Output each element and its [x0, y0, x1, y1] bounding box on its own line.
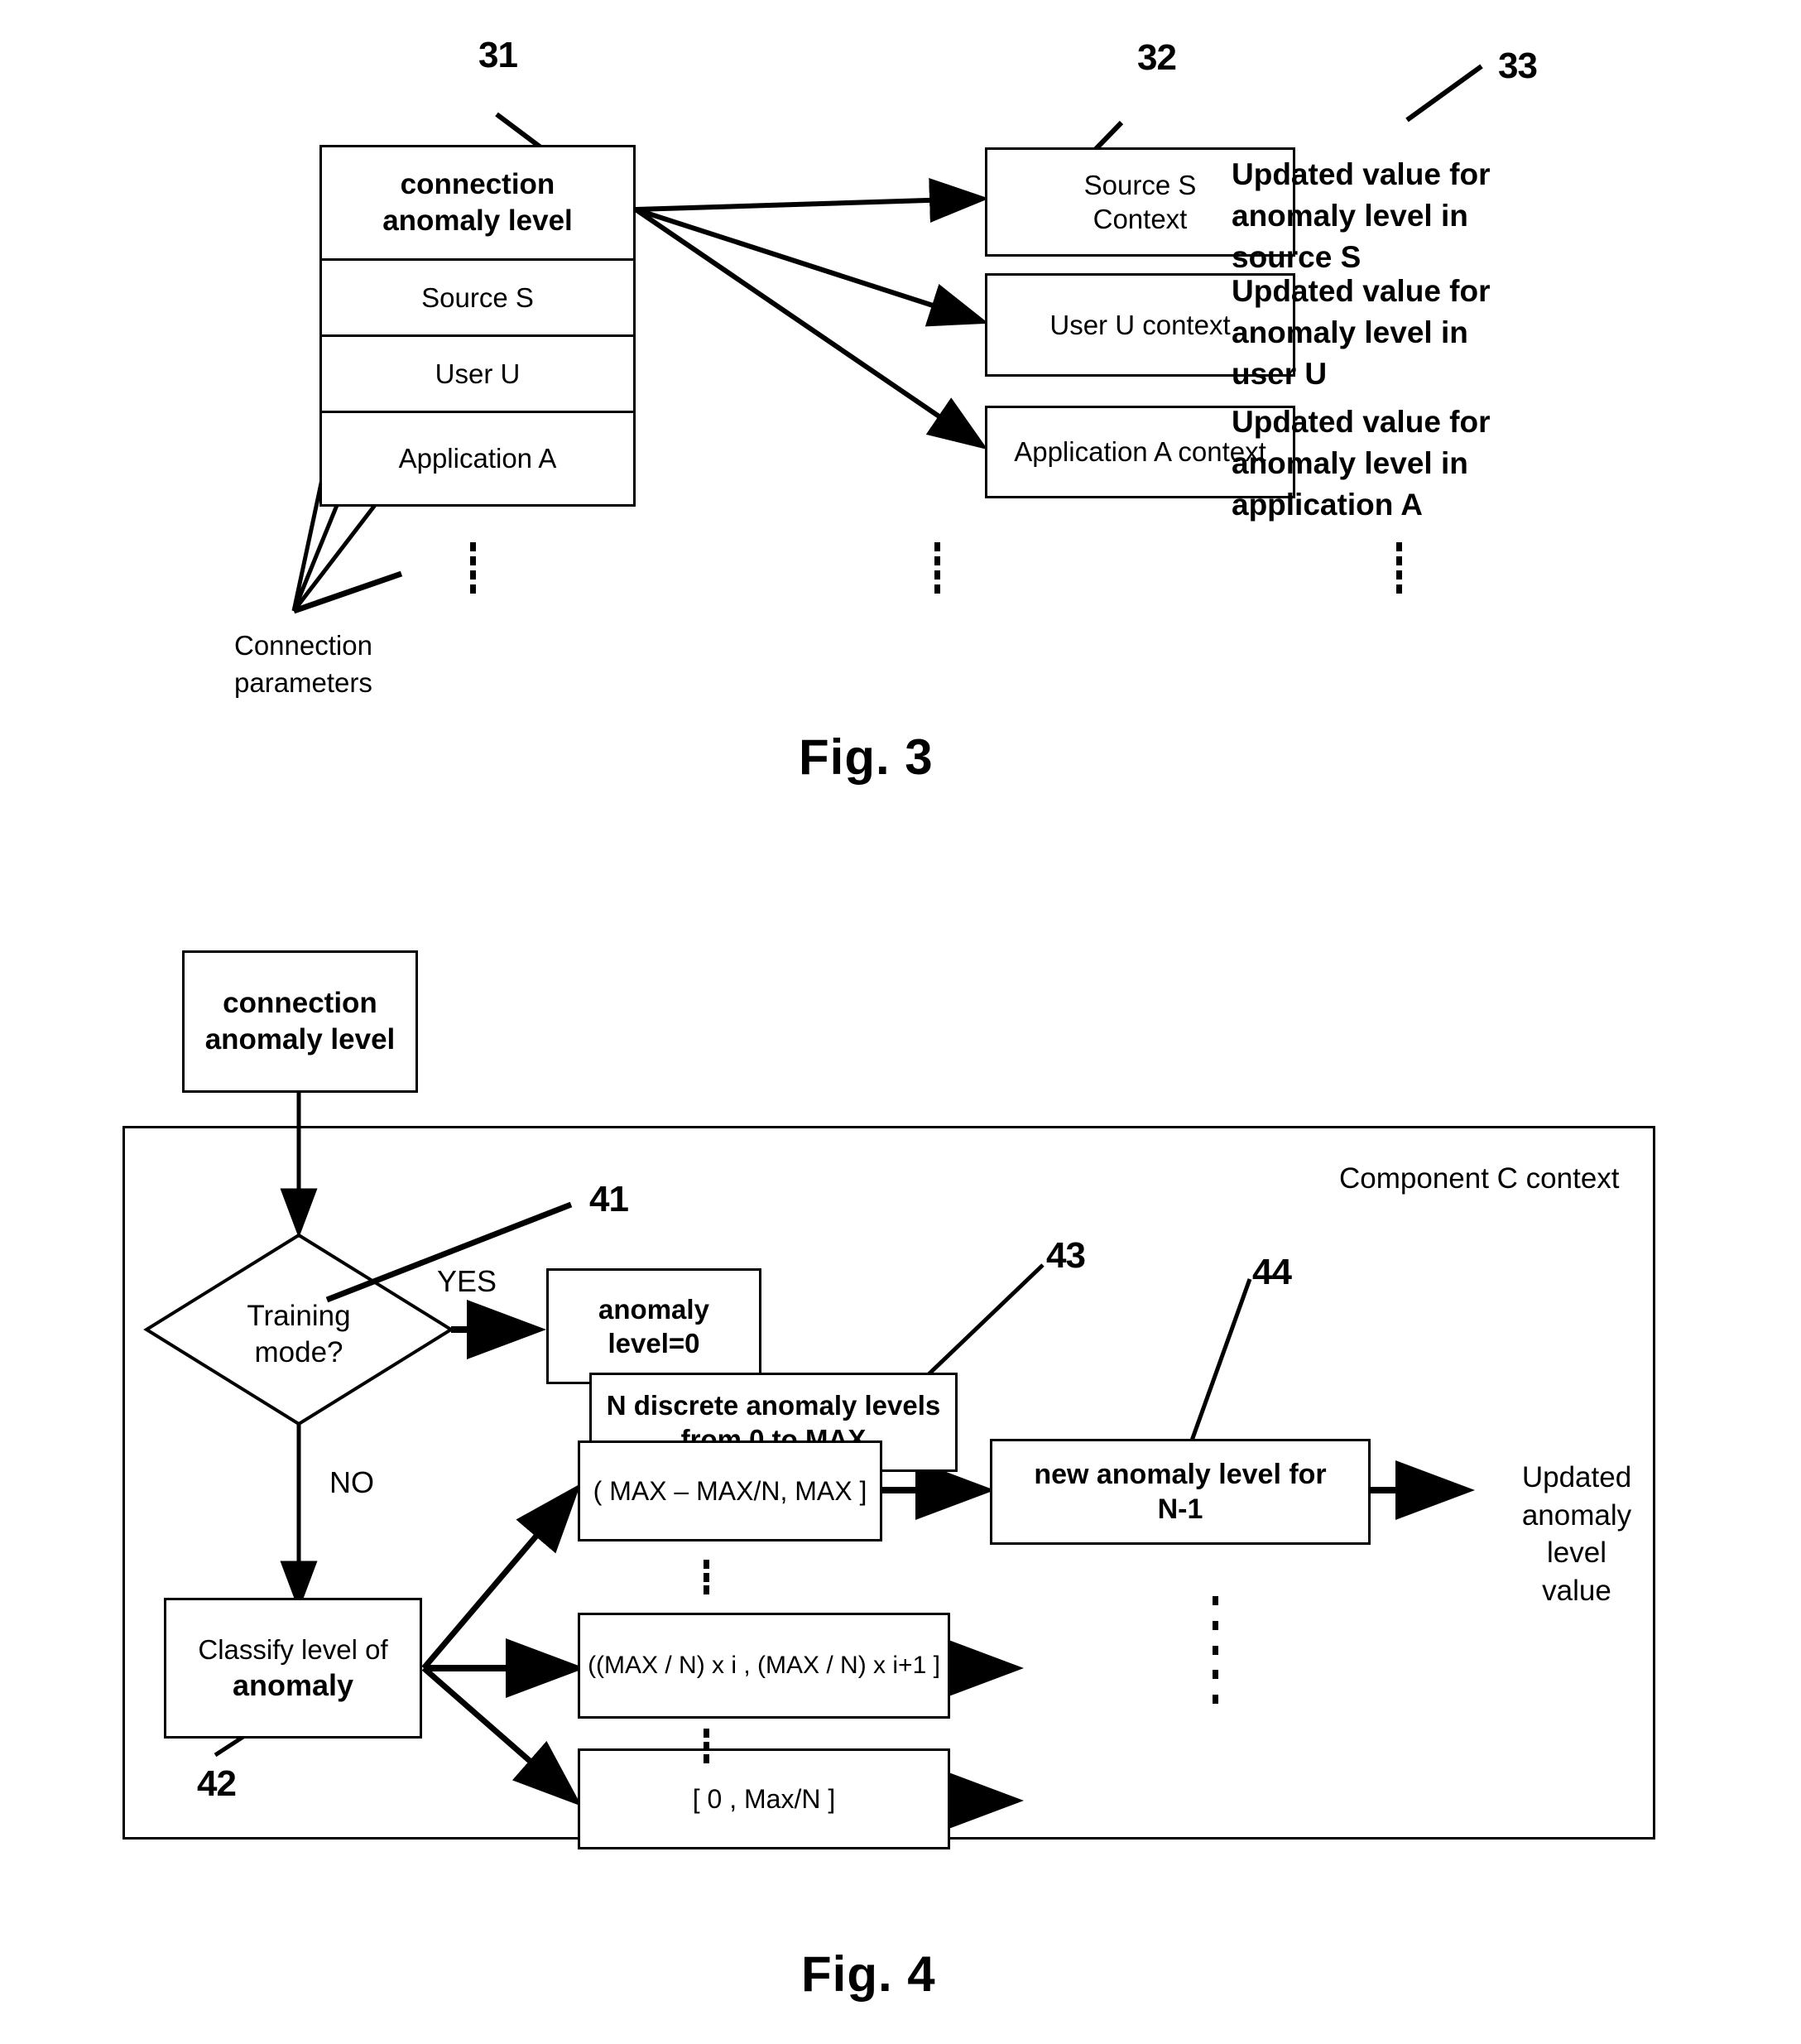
fig4-input-label: connection anomaly level — [204, 987, 396, 1056]
new-anomaly-level-label: new anomaly level for N-1 — [1034, 1458, 1327, 1526]
patent-figure-page: 31 32 33 connection anomaly level Source… — [0, 0, 1801, 2044]
updated-value-source-s: Updated value for anomaly level in sourc… — [1232, 157, 1491, 274]
final-updated-anomaly-level-value: Updated anomaly level value — [1521, 1461, 1632, 1607]
ref-number-31: 31 — [478, 35, 518, 75]
component-c-context-label: Component C context — [1339, 1162, 1620, 1195]
ref-number-44: 44 — [1252, 1252, 1292, 1292]
ref-number-41: 41 — [589, 1179, 629, 1219]
classify-box-line-1: Classify level of — [198, 1633, 388, 1665]
user-u-context-label: User U context — [1049, 309, 1231, 340]
training-mode-decision-label: Training mode? — [247, 1300, 351, 1368]
interval-box-top: ( MAX – MAX/N, MAX ] — [578, 1440, 882, 1541]
stack-row-source-s: Source S — [319, 261, 636, 337]
anomaly-level-zero-label: anomaly level=0 — [598, 1293, 709, 1359]
connection-anomaly-level-header: connection anomaly level — [319, 145, 636, 261]
figure-4-caption: Fig. 4 — [801, 1946, 936, 2002]
interval-box-bottom-label: [ 0 , Max/N ] — [692, 1784, 836, 1814]
connection-anomaly-level-header-label: connection anomaly level — [382, 168, 573, 237]
figure-3-caption: Fig. 3 — [799, 729, 934, 785]
ref-number-32: 32 — [1137, 37, 1177, 78]
ref-number-42: 42 — [197, 1763, 237, 1804]
stack-row-user-u: User U — [319, 337, 636, 413]
interval-box-middle: ((MAX / N) x i , (MAX / N) x i+1 ] — [578, 1613, 950, 1719]
interval-ellipsis-lower — [703, 1729, 709, 1763]
classify-level-of-anomaly-box: Classify level of anomaly — [164, 1598, 422, 1739]
interval-box-middle-label: ((MAX / N) x i , (MAX / N) x i+1 ] — [588, 1652, 940, 1680]
application-a-context-label: Application A context — [1014, 436, 1266, 468]
output-ellipsis-dots — [1395, 542, 1402, 594]
ref-number-33: 33 — [1498, 46, 1538, 86]
anomaly-level-zero-box: anomaly level=0 — [546, 1268, 761, 1384]
stack-row-source-s-label: Source S — [421, 281, 534, 313]
new-anomaly-level-box: new anomaly level for N-1 — [990, 1439, 1371, 1545]
fig4-input-connection-anomaly-level: connection anomaly level — [182, 950, 418, 1093]
interval-ellipsis-upper — [703, 1560, 709, 1594]
updated-value-application-a: Updated value for anomaly level in appli… — [1232, 405, 1491, 522]
stack-row-user-u-label: User U — [435, 358, 521, 389]
interval-box-top-label: ( MAX – MAX/N, MAX ] — [593, 1476, 867, 1506]
branch-label-no: NO — [329, 1465, 374, 1499]
connection-parameters-label: Connection parameters — [234, 630, 372, 698]
branch-label-yes: YES — [436, 1264, 497, 1298]
source-s-context-label: Source S Context — [1083, 169, 1197, 234]
classify-box-line-2: anomaly — [232, 1668, 354, 1703]
updated-value-user-u: Updated value for anomaly level in user … — [1232, 274, 1491, 391]
stack-row-application-a: Application A — [319, 413, 636, 507]
stack-ellipsis-dots — [469, 542, 476, 594]
context-ellipsis-dots — [934, 542, 940, 594]
stack-row-application-a-label: Application A — [398, 443, 557, 474]
new-level-ellipsis — [1212, 1596, 1218, 1704]
ref-number-43: 43 — [1046, 1235, 1086, 1276]
interval-box-bottom: [ 0 , Max/N ] — [578, 1748, 950, 1849]
